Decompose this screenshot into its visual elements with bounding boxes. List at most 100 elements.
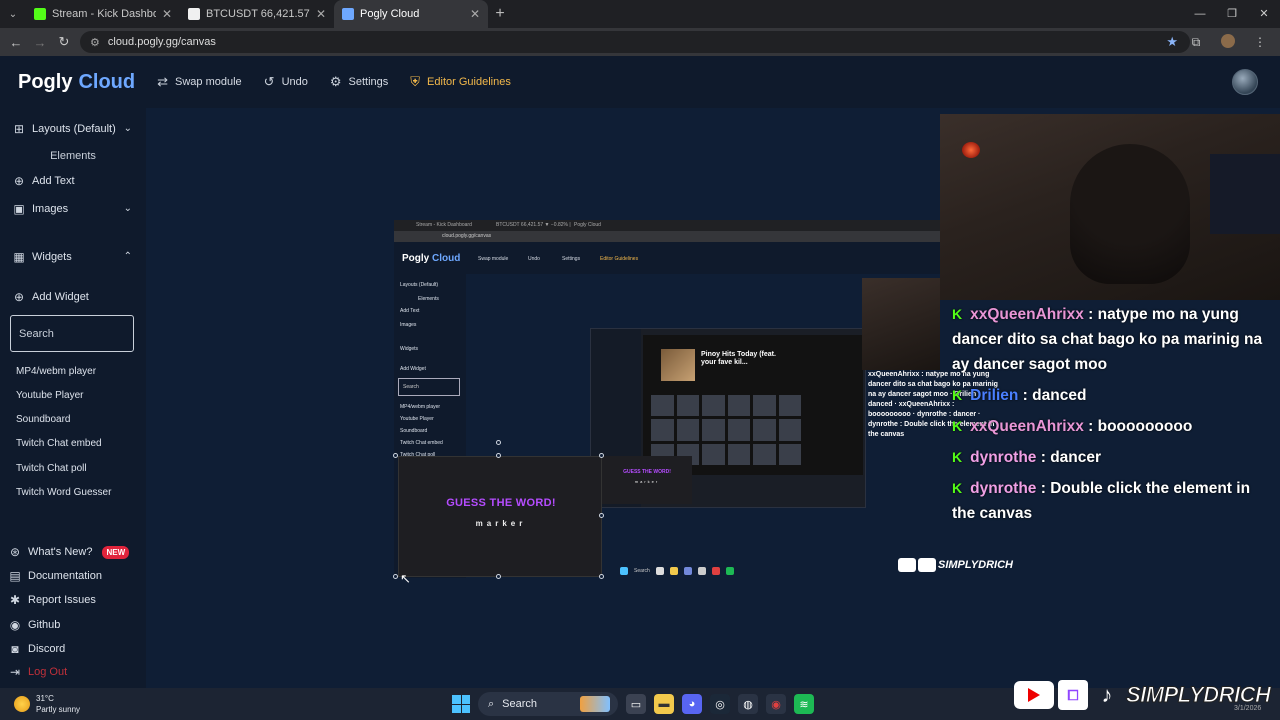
windows-icon [620,567,628,575]
widgets-dropdown[interactable]: ▦ Widgets [12,250,71,264]
document-icon: ▤ [9,569,21,583]
discord-link[interactable]: ◙ Discord [8,642,65,656]
file-explorer-icon[interactable]: ▭ [626,694,646,714]
chat-message: K Drilien : danced [952,387,1087,404]
start-button[interactable] [452,695,470,713]
widget-search-input[interactable]: Search [10,315,134,352]
tab-title: BTCUSDT 66,421.57 ▼ −0.82% | [206,8,310,20]
extensions-icon[interactable]: ⧉ [1182,35,1210,50]
close-window-icon[interactable]: ✕ [1248,0,1280,28]
nested-sb-addtext: Add Text [400,308,420,314]
editor-guidelines-button[interactable]: ⛨ Editor Guidelines [410,74,511,90]
pogly-favicon-icon [342,8,354,20]
widget-twitch-chat-embed[interactable]: Twitch Chat embed [16,438,102,449]
widget-youtube-player[interactable]: Youtube Player [16,390,83,401]
whats-new-link[interactable]: ⊛ What's New? NEW [8,545,130,559]
browser-tab-bar: ⌄ Stream - Kick Dashboard ✕ BTCUSDT 66,4… [0,0,1280,28]
back-icon[interactable]: ← [4,35,28,50]
add-text-button[interactable]: ⊕ Add Text [12,174,75,188]
github-link[interactable]: ◉ Github [8,618,61,632]
resize-handle-right[interactable] [599,513,604,518]
layouts-dropdown[interactable]: ⊞ Layouts (Default) [12,122,116,136]
nested-social-overlay: SIMPLYDRICH [898,558,1013,572]
taskbar-search[interactable]: ⌕ Search [478,692,618,716]
chrome-icon[interactable]: ◉ [766,694,786,714]
undo-button[interactable]: ↺ Undo [264,74,308,90]
resize-handle-top[interactable] [496,453,501,458]
spotify-icon [725,567,734,575]
streamer [1070,144,1190,284]
webcam-feed [940,114,1280,300]
bookmark-star-icon[interactable]: ★ [1166,34,1178,50]
images-dropdown[interactable]: ▣ Images [12,202,68,216]
app-icon [655,567,664,575]
report-issues-link[interactable]: ✱ Report Issues [8,593,96,607]
spotify-icon[interactable]: ≋ [794,694,814,714]
chevron-down-icon[interactable]: ⌄ [124,123,132,134]
restore-icon[interactable]: ❐ [1216,0,1248,28]
site-info-icon[interactable]: ⚙ [90,36,100,49]
resize-handle-bottom-right[interactable] [599,574,604,579]
discord-icon [683,567,692,575]
discord-icon: ◙ [11,642,19,656]
partly-sunny-icon [14,696,30,712]
nested-sb-w0: MP4/webm player [400,404,441,410]
nested-tab: Pogly Cloud [574,222,601,228]
rotate-handle[interactable] [496,440,501,445]
plus-circle-icon: ⊕ [13,174,25,188]
close-tab-icon[interactable]: ✕ [162,7,172,21]
nested-sb-layouts: Layouts (Default) [400,282,439,288]
user-avatar[interactable] [1232,69,1258,95]
steam-icon[interactable]: ◎ [710,694,730,714]
resize-handle-bottom-left[interactable] [393,574,398,579]
weather-desc: Partly sunny [36,705,81,714]
search-highlight-icon [580,696,610,712]
discord-icon[interactable]: ◕ [682,694,702,714]
tab-kick-dashboard[interactable]: Stream - Kick Dashboard ✕ [26,0,180,28]
close-tab-icon[interactable]: ✕ [470,7,480,21]
nested-webcam [862,278,940,370]
tab-search-icon[interactable]: ⌄ [0,0,26,28]
chevron-down-icon[interactable]: ⌄ [124,203,132,214]
widget-twitch-chat-poll[interactable]: Twitch Chat poll [16,463,87,474]
resize-handle-top-right[interactable] [599,453,604,458]
address-bar[interactable]: ⚙ cloud.pogly.gg/canvas ★ [80,31,1190,53]
documentation-link[interactable]: ▤ Documentation [8,569,102,583]
folder-icon[interactable]: ▬ [654,694,674,714]
wall-poster [1210,154,1280,234]
nested-guess-title: GUESS THE WORD! [623,469,671,475]
kick-icon: K [952,306,963,322]
tab-title: Pogly Cloud [360,8,420,20]
tab-pogly-cloud[interactable]: Pogly Cloud ✕ [334,0,488,28]
forward-icon[interactable]: → [28,35,52,50]
widget-soundboard[interactable]: Soundboard [16,414,71,425]
minimize-icon[interactable]: — [1184,0,1216,28]
lamp [962,142,980,158]
word-guesser-widget[interactable]: GUESS THE WORD! marker [398,456,602,577]
weather-widget[interactable]: 31°C Partly sunny [14,693,80,715]
plus-circle-icon: ⊕ [13,290,25,304]
new-tab-icon[interactable]: + [488,5,512,23]
settings-button[interactable]: ⚙ Settings [330,74,388,90]
tab-btcusdt[interactable]: BTCUSDT 66,421.57 ▼ −0.82% | ✕ [180,0,334,28]
layout-icon: ⊞ [13,122,25,136]
nested-guess-widget: GUESS THE WORD! marker [602,456,692,504]
widget-twitch-word-guesser[interactable]: Twitch Word Guesser [16,487,111,498]
widget-mp4-player[interactable]: MP4/webm player [16,366,96,377]
swap-module-button[interactable]: ⇄ Swap module [157,74,242,90]
browser-menu-icon[interactable]: ⋮ [1246,35,1274,49]
twitch-icon: ⧠ [1058,680,1088,710]
compass-icon: ⊛ [9,545,21,559]
image-icon: ▣ [13,202,25,216]
pogly-logo[interactable]: Pogly Cloud [18,71,135,94]
logout-link[interactable]: ⇥ Log Out [8,665,67,679]
reload-icon[interactable]: ↻ [52,34,76,50]
close-tab-icon[interactable]: ✕ [316,7,326,21]
nested-address-bar: cloud.pogly.gg/canvas [394,231,940,242]
add-widget-button[interactable]: ⊕ Add Widget [12,290,89,304]
app-icon[interactable]: ◍ [738,694,758,714]
profile-avatar-icon[interactable] [1214,33,1242,51]
resize-handle-top-left[interactable] [393,453,398,458]
resize-handle-bottom[interactable] [496,574,501,579]
chevron-up-icon[interactable]: ⌃ [124,251,132,262]
